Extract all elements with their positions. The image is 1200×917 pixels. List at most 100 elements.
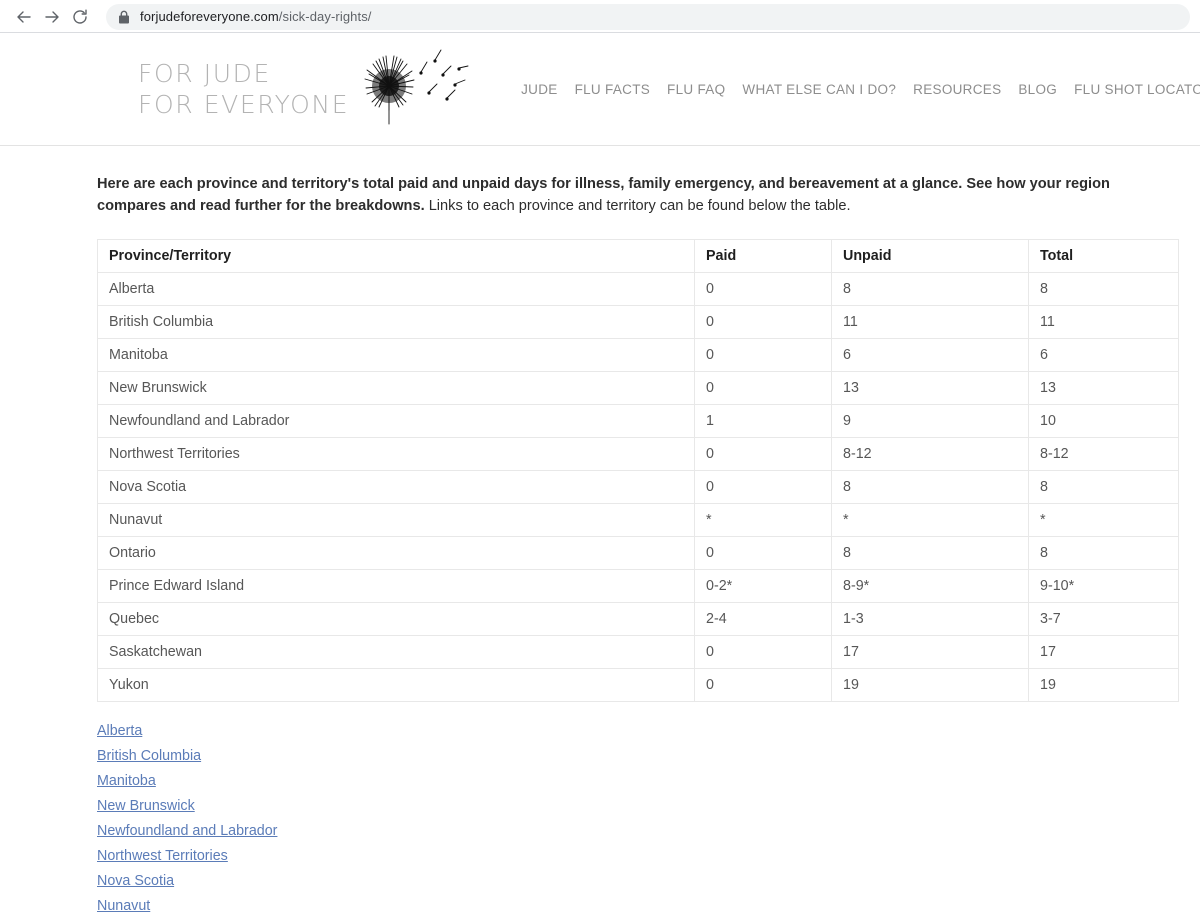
back-button[interactable] [10, 3, 38, 31]
table-body: Alberta 0 8 8 British Columbia 0 11 11 M… [97, 272, 1179, 702]
cell-total: * [1028, 503, 1179, 537]
cell-unpaid: 19 [831, 668, 1029, 702]
logo-text: FOR JUDE FOR EVERYONE [138, 58, 349, 120]
column-header-province: Province/Territory [97, 239, 695, 273]
cell-paid: 0 [694, 470, 832, 504]
cell-total: 13 [1028, 371, 1179, 405]
browser-toolbar: forjudeforeveryone.com/sick-day-rights/ [0, 0, 1200, 33]
cell-total: 9-10* [1028, 569, 1179, 603]
province-links-list: Alberta British Columbia Manitoba New Br… [97, 720, 1200, 917]
address-bar[interactable]: forjudeforeveryone.com/sick-day-rights/ [106, 3, 1190, 30]
link-new-brunswick[interactable]: New Brunswick [97, 795, 195, 817]
cell-unpaid: 8 [831, 536, 1029, 570]
nav-item-resources[interactable]: RESOURCES [913, 82, 1001, 97]
cell-province: Quebec [97, 602, 695, 636]
table-row: Quebec 2-4 1-3 3-7 [97, 602, 1179, 636]
table-header-row: Province/Territory Paid Unpaid Total [97, 239, 1179, 273]
cell-total: 17 [1028, 635, 1179, 669]
back-arrow-icon [15, 8, 33, 26]
table-row: Newfoundland and Labrador 1 9 10 [97, 404, 1179, 438]
cell-province: Ontario [97, 536, 695, 570]
cell-unpaid: 6 [831, 338, 1029, 372]
logo-line-1: FOR JUDE [138, 59, 271, 88]
dandelion-icon [355, 44, 475, 135]
intro-paragraph: Here are each province and territory's t… [97, 173, 1178, 217]
reload-icon [71, 8, 89, 26]
page-content: Here are each province and territory's t… [0, 173, 1200, 917]
cell-paid: 0 [694, 536, 832, 570]
cell-paid: 2-4 [694, 602, 832, 636]
link-manitoba[interactable]: Manitoba [97, 770, 156, 792]
nav-item-what-else-can-i-do[interactable]: WHAT ELSE CAN I DO? [742, 82, 896, 97]
cell-unpaid: 1-3 [831, 602, 1029, 636]
column-header-unpaid: Unpaid [831, 239, 1029, 273]
cell-paid: 0 [694, 305, 832, 339]
lock-icon [118, 10, 130, 24]
site-logo[interactable]: FOR JUDE FOR EVERYONE [138, 44, 475, 135]
cell-province: Alberta [97, 272, 695, 306]
nav-item-jude[interactable]: JUDE [521, 82, 557, 97]
cell-province: Nunavut [97, 503, 695, 537]
table-row: Nova Scotia 0 8 8 [97, 470, 1179, 504]
cell-unpaid: * [831, 503, 1029, 537]
cell-province: Prince Edward Island [97, 569, 695, 603]
forward-arrow-icon [43, 8, 61, 26]
cell-province: Yukon [97, 668, 695, 702]
cell-paid: 0 [694, 338, 832, 372]
cell-unpaid: 8 [831, 272, 1029, 306]
cell-unpaid: 8-12 [831, 437, 1029, 471]
intro-rest-text: Links to each province and territory can… [424, 198, 851, 214]
cell-total: 8 [1028, 272, 1179, 306]
cell-unpaid: 13 [831, 371, 1029, 405]
cell-province: British Columbia [97, 305, 695, 339]
cell-province: New Brunswick [97, 371, 695, 405]
cell-unpaid: 8 [831, 470, 1029, 504]
nav-item-blog[interactable]: BLOG [1018, 82, 1057, 97]
cell-unpaid: 11 [831, 305, 1029, 339]
cell-paid: 0-2* [694, 569, 832, 603]
url-path: /sick-day-rights/ [278, 9, 372, 24]
cell-paid: 1 [694, 404, 832, 438]
cell-unpaid: 17 [831, 635, 1029, 669]
link-nova-scotia[interactable]: Nova Scotia [97, 870, 174, 892]
table-row: Saskatchewan 0 17 17 [97, 635, 1179, 669]
link-newfoundland-and-labrador[interactable]: Newfoundland and Labrador [97, 820, 277, 842]
cell-unpaid: 9 [831, 404, 1029, 438]
cell-province: Northwest Territories [97, 437, 695, 471]
link-alberta[interactable]: Alberta [97, 720, 142, 742]
sick-days-table: Province/Territory Paid Unpaid Total Alb… [97, 239, 1179, 702]
cell-province: Manitoba [97, 338, 695, 372]
table-row: Ontario 0 8 8 [97, 536, 1179, 570]
site-header: FOR JUDE FOR EVERYONE JUDE FLU FACTS FLU… [0, 33, 1200, 146]
cell-total: 8-12 [1028, 437, 1179, 471]
cell-paid: 0 [694, 437, 832, 471]
nav-item-flu-faq[interactable]: FLU FAQ [667, 82, 725, 97]
table-row: New Brunswick 0 13 13 [97, 371, 1179, 405]
cell-total: 8 [1028, 536, 1179, 570]
cell-paid: 0 [694, 668, 832, 702]
cell-total: 10 [1028, 404, 1179, 438]
cell-total: 8 [1028, 470, 1179, 504]
link-northwest-territories[interactable]: Northwest Territories [97, 845, 228, 867]
url-domain: forjudeforeveryone.com [140, 9, 279, 24]
cell-province: Newfoundland and Labrador [97, 404, 695, 438]
cell-unpaid: 8-9* [831, 569, 1029, 603]
cell-total: 3-7 [1028, 602, 1179, 636]
nav-item-flu-shot-locator[interactable]: FLU SHOT LOCATOR [1074, 82, 1200, 97]
column-header-total: Total [1028, 239, 1179, 273]
table-row: Prince Edward Island 0-2* 8-9* 9-10* [97, 569, 1179, 603]
nav-item-flu-facts[interactable]: FLU FACTS [575, 82, 650, 97]
link-nunavut[interactable]: Nunavut [97, 895, 150, 917]
reload-button[interactable] [66, 3, 94, 31]
cell-paid: * [694, 503, 832, 537]
forward-button[interactable] [38, 3, 66, 31]
cell-paid: 0 [694, 371, 832, 405]
table-row: British Columbia 0 11 11 [97, 305, 1179, 339]
url-text: forjudeforeveryone.com/sick-day-rights/ [140, 9, 372, 24]
cell-total: 19 [1028, 668, 1179, 702]
cell-total: 6 [1028, 338, 1179, 372]
cell-paid: 0 [694, 272, 832, 306]
table-row: Nunavut * * * [97, 503, 1179, 537]
cell-total: 11 [1028, 305, 1179, 339]
link-british-columbia[interactable]: British Columbia [97, 745, 201, 767]
